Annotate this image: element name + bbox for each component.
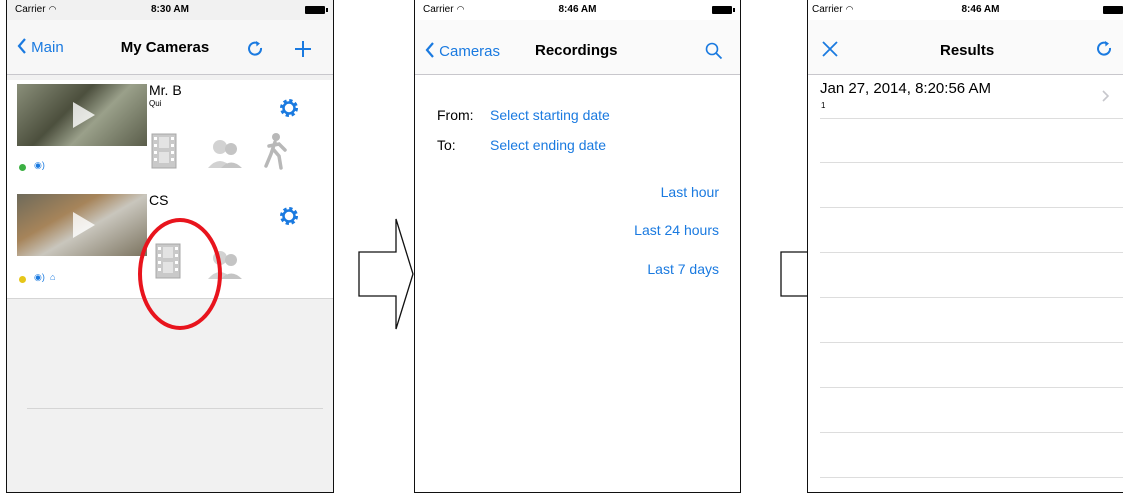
row-divider [820,387,1123,388]
list-item[interactable]: Jan 27, 2014, 8:20:56 AM 1 [820,75,1123,119]
back-label: Cameras [439,43,501,60]
row-divider [820,432,1123,433]
recordings-screen: Carrier ◠ 8:46 AM Cameras Recordings From… [414,0,741,493]
camera-name: Mr. B [149,82,182,98]
camera-thumbnail[interactable] [17,194,147,256]
row-divider [820,297,1123,298]
camera-row[interactable]: Mr. B Qui ◉) [7,80,333,189]
status-bar: Carrier ◠ 8:46 AM [415,0,740,20]
page-title: My Cameras [120,39,210,56]
row-divider [820,477,1123,478]
battery-icon [1103,6,1123,14]
audio-icon: ◉) [34,160,45,170]
last-7-days-button[interactable]: Last 7 days [647,261,719,277]
nav-bar: Results [808,20,1123,75]
page-title: Recordings [535,42,618,59]
result-count: 1 [821,101,826,110]
nav-bar: Cameras Recordings [415,20,740,75]
plus-icon[interactable] [294,40,312,58]
camera-thumbnail[interactable] [17,84,147,146]
row-divider [820,207,1123,208]
gear-icon[interactable] [279,98,299,118]
battery-icon [305,6,328,14]
back-button[interactable]: Cameras [425,42,500,60]
my-cameras-screen: Carrier ◠ 8:30 AM Main My Cameras Mr. B Q… [6,0,334,493]
clock: 8:46 AM [558,4,597,15]
people-icon[interactable] [207,135,243,173]
from-label: From: [437,107,474,123]
camera-name: CS [149,192,169,208]
end-date-picker[interactable]: Select ending date [490,137,606,153]
clock: 8:46 AM [961,4,1000,15]
search-icon[interactable] [705,42,723,60]
status-dot-online [19,164,26,171]
last-hour-button[interactable]: Last hour [661,184,719,200]
film-icon[interactable] [150,132,178,170]
camera-subtitle: Qui [149,99,162,108]
page-title: Results [940,42,995,59]
play-icon [73,212,95,238]
results-screen: Carrier ◠ 8:46 AM Results Jan 27, 2014, 8… [807,0,1123,493]
gear-icon[interactable] [279,206,299,226]
status-bar: Carrier ◠ 8:30 AM [7,0,333,20]
refresh-icon[interactable] [1096,40,1114,58]
result-timestamp: Jan 27, 2014, 8:20:56 AM [820,80,991,97]
arrow-right-icon [358,218,414,330]
disclosure-chevron-icon [1102,90,1110,102]
to-label: To: [437,137,456,153]
highlight-circle [138,218,222,330]
row-divider [820,162,1123,163]
motion-person-icon[interactable] [261,132,289,170]
status-bar: Carrier ◠ 8:46 AM [808,0,1123,20]
home-icon: ⌂ [50,272,56,282]
row-divider [820,342,1123,343]
last-24-hours-button[interactable]: Last 24 hours [634,222,719,238]
start-date-picker[interactable]: Select starting date [490,107,610,123]
divider [27,408,323,409]
refresh-icon[interactable] [247,40,265,58]
clock: 8:30 AM [151,4,189,15]
back-chevron-icon [425,42,434,58]
row-divider [820,252,1123,253]
close-icon[interactable] [821,40,839,58]
battery-icon [712,6,735,14]
status-dot-warning [19,276,26,283]
nav-bar: Main My Cameras [7,20,333,75]
audio-icon: ◉) [34,272,45,282]
play-icon [73,102,95,128]
